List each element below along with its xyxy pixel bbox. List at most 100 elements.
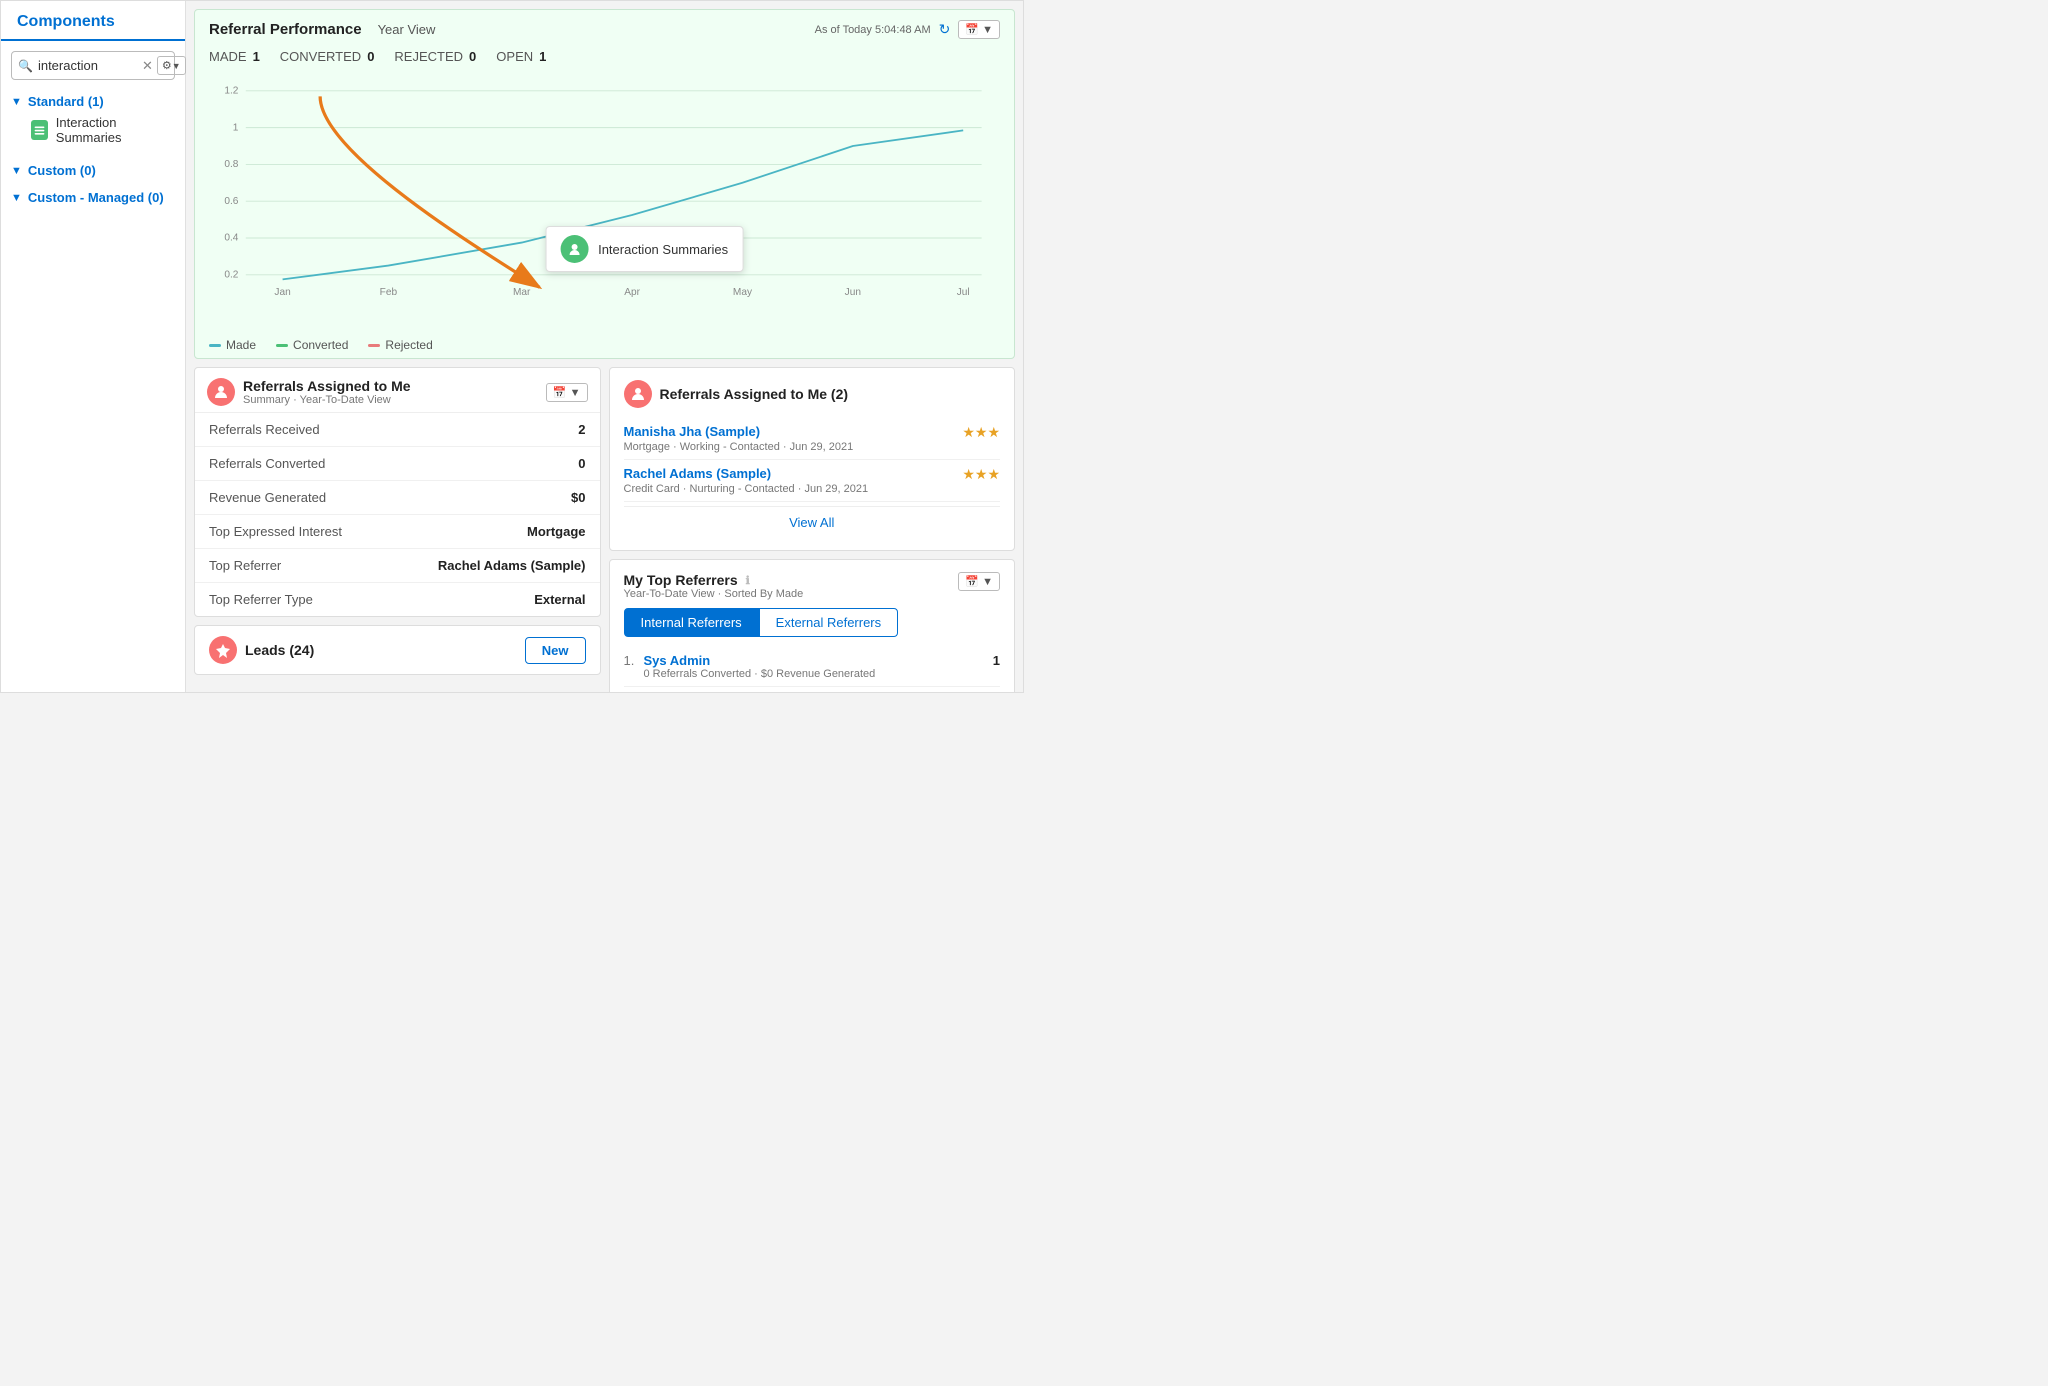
legend-made: Made bbox=[209, 338, 256, 352]
chart-card: Referral Performance Year View As of Tod… bbox=[194, 9, 1015, 359]
referrals-received-label: Referrals Received bbox=[209, 422, 320, 437]
list-item: Manisha Jha (Sample) Mortgage · Working … bbox=[624, 418, 1001, 460]
referrals-converted-label: Referrals Converted bbox=[209, 456, 325, 471]
legend-rejected-dot bbox=[368, 344, 380, 347]
custom-managed-section-header[interactable]: ▼ Custom - Managed (0) bbox=[11, 190, 175, 205]
search-input[interactable] bbox=[38, 58, 138, 73]
referral-meta-2: Credit Card · Nurturing - Contacted · Ju… bbox=[624, 483, 869, 495]
custom-managed-section-label: Custom - Managed (0) bbox=[28, 190, 164, 205]
sidebar: Components 🔍 ✕ ⚙ ▼ ▼ Standard (1) Intera… bbox=[1, 1, 186, 692]
ref-list-name[interactable]: Sys Admin bbox=[644, 653, 993, 668]
table-row: Revenue Generated $0 bbox=[195, 481, 600, 515]
top-ref-sub: Year-To-Date View · Sorted By Made bbox=[624, 588, 804, 600]
legend-rejected: Rejected bbox=[368, 338, 432, 352]
chart-area: 1.2 1 0.8 0.6 0.4 0.2 Jan Feb Mar Apr Ma… bbox=[195, 72, 1014, 332]
chevron-down-icon: ▼ bbox=[11, 165, 22, 177]
chart-svg: 1.2 1 0.8 0.6 0.4 0.2 Jan Feb Mar Apr Ma… bbox=[209, 72, 1000, 312]
chart-overlay: Interaction Summaries bbox=[545, 226, 743, 272]
svg-text:Mar: Mar bbox=[513, 287, 531, 298]
ref-list-info: Sys Admin 0 Referrals Converted · $0 Rev… bbox=[644, 653, 993, 680]
stats-rows: Referrals Received 2 Referrals Converted… bbox=[195, 413, 600, 616]
calendar-button[interactable]: 📅 ▼ bbox=[958, 20, 1000, 39]
chart-legend: Made Converted Rejected bbox=[195, 332, 1014, 358]
leads-name: Leads (24) bbox=[245, 642, 314, 658]
gear-icon: ⚙ bbox=[162, 59, 172, 72]
revenue-generated-value: $0 bbox=[571, 490, 585, 505]
referral-name-2[interactable]: Rachel Adams (Sample) bbox=[624, 466, 869, 481]
table-row: Top Expressed Interest Mortgage bbox=[195, 515, 600, 549]
gear-button[interactable]: ⚙ ▼ bbox=[157, 56, 186, 75]
top-ref-calendar-button[interactable]: 📅 ▼ bbox=[958, 572, 1000, 591]
ref-list-num: 1. bbox=[624, 653, 644, 668]
chart-timestamp: As of Today 5:04:48 AM bbox=[815, 24, 931, 36]
panel-right: Referrals Assigned to Me (2) Manisha Jha… bbox=[609, 367, 1016, 692]
standard-section-header[interactable]: ▼ Standard (1) bbox=[11, 94, 175, 109]
referrals-assigned-card: Referrals Assigned to Me (2) Manisha Jha… bbox=[609, 367, 1016, 551]
search-icon: 🔍 bbox=[18, 59, 33, 73]
svg-text:Apr: Apr bbox=[624, 287, 640, 298]
top-ref-title: My Top Referrers ℹ bbox=[624, 572, 804, 588]
clear-icon[interactable]: ✕ bbox=[142, 58, 153, 74]
sidebar-title: Components bbox=[1, 1, 185, 41]
list-icon bbox=[31, 120, 48, 140]
svg-text:0.6: 0.6 bbox=[224, 196, 238, 207]
referrals-card-title-row: Referrals Assigned to Me (2) bbox=[624, 380, 849, 408]
chart-stats: MADE 1 CONVERTED 0 REJECTED 0 OPEN 1 bbox=[195, 45, 1014, 72]
top-referrer-value: Rachel Adams (Sample) bbox=[438, 558, 586, 573]
svg-text:0.2: 0.2 bbox=[224, 270, 238, 281]
main-content: Referral Performance Year View As of Tod… bbox=[186, 1, 1023, 692]
svg-text:1.2: 1.2 bbox=[224, 86, 238, 97]
info-icon: ℹ bbox=[746, 574, 750, 587]
view-all-button[interactable]: View All bbox=[624, 506, 1001, 538]
chart-meta: As of Today 5:04:48 AM ↻ 📅 ▼ bbox=[815, 20, 1000, 39]
legend-rejected-label: Rejected bbox=[385, 338, 432, 352]
chart-stat-rejected: REJECTED 0 bbox=[394, 49, 476, 64]
overlay-icon bbox=[560, 235, 588, 263]
stats-card-calendar-button[interactable]: 📅 ▼ bbox=[546, 383, 588, 402]
rejected-label: REJECTED bbox=[394, 49, 463, 64]
list-item: Rachel Adams (Sample) Credit Card · Nurt… bbox=[624, 460, 1001, 502]
custom-section: ▼ Custom (0) bbox=[1, 155, 185, 182]
svg-text:0.4: 0.4 bbox=[224, 233, 238, 244]
table-row: Referrals Converted 0 bbox=[195, 447, 600, 481]
tab-internal-referrers[interactable]: Internal Referrers bbox=[624, 608, 759, 637]
legend-made-label: Made bbox=[226, 338, 256, 352]
referral-meta-1: Mortgage · Working - Contacted · Jun 29,… bbox=[624, 441, 854, 453]
top-expressed-interest-value: Mortgage bbox=[527, 524, 586, 539]
referral-name-1[interactable]: Manisha Jha (Sample) bbox=[624, 424, 854, 439]
chart-stat-converted: CONVERTED 0 bbox=[280, 49, 375, 64]
leads-card-title: Leads (24) bbox=[209, 636, 314, 664]
overlay-label: Interaction Summaries bbox=[598, 242, 728, 257]
leads-new-button[interactable]: New bbox=[525, 637, 586, 664]
standard-section-label: Standard (1) bbox=[28, 94, 104, 109]
svg-text:0.8: 0.8 bbox=[224, 159, 238, 170]
svg-text:Jun: Jun bbox=[845, 287, 861, 298]
bottom-panels: Referrals Assigned to Me Summary · Year-… bbox=[194, 367, 1015, 692]
custom-section-label: Custom (0) bbox=[28, 163, 96, 178]
person-icon bbox=[624, 380, 652, 408]
svg-text:1: 1 bbox=[233, 122, 239, 133]
tab-external-referrers[interactable]: External Referrers bbox=[759, 608, 898, 637]
sidebar-item-interaction-summaries[interactable]: Interaction Summaries bbox=[11, 109, 175, 151]
referral-stars-1: ★★★ bbox=[962, 424, 1000, 441]
referral-row-1: Manisha Jha (Sample) Mortgage · Working … bbox=[624, 424, 1001, 453]
chart-stat-open: OPEN 1 bbox=[496, 49, 546, 64]
search-bar[interactable]: 🔍 ✕ ⚙ ▼ bbox=[11, 51, 175, 80]
chart-stat-made: MADE 1 bbox=[209, 49, 260, 64]
referrals-assigned-header: Referrals Assigned to Me (2) bbox=[624, 380, 1001, 408]
custom-section-header[interactable]: ▼ Custom (0) bbox=[11, 163, 175, 178]
referrals-card-name: Referrals Assigned to Me (2) bbox=[660, 386, 849, 402]
stats-card: Referrals Assigned to Me Summary · Year-… bbox=[194, 367, 601, 617]
refresh-icon[interactable]: ↻ bbox=[939, 21, 951, 38]
chart-title: Referral Performance bbox=[209, 21, 362, 38]
panel-left: Referrals Assigned to Me Summary · Year-… bbox=[194, 367, 601, 692]
svg-text:Feb: Feb bbox=[380, 287, 398, 298]
standard-section: ▼ Standard (1) Interaction Summaries bbox=[1, 86, 185, 155]
svg-text:Jul: Jul bbox=[957, 287, 970, 298]
svg-text:May: May bbox=[733, 287, 753, 298]
referrals-converted-value: 0 bbox=[578, 456, 585, 471]
leads-card: Leads (24) New bbox=[194, 625, 601, 675]
view-more-button[interactable]: View more bbox=[624, 687, 1001, 692]
leads-icon bbox=[209, 636, 237, 664]
stats-card-name: Referrals Assigned to Me bbox=[243, 378, 411, 394]
